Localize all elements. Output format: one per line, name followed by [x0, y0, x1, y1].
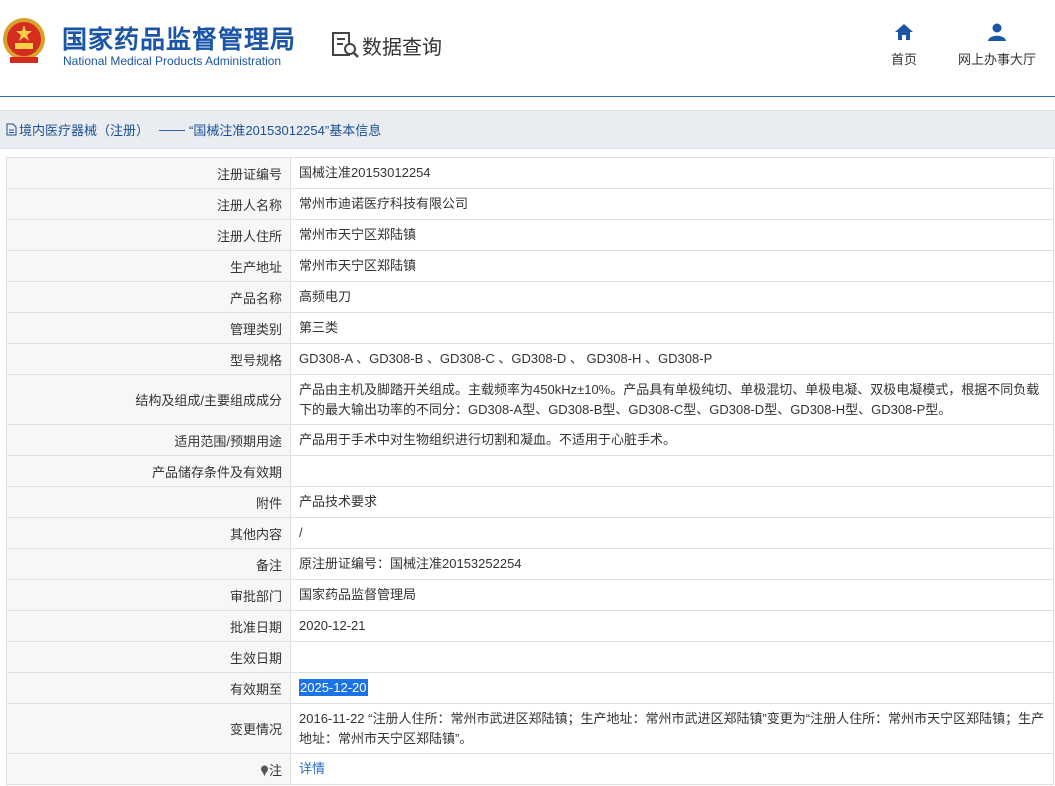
field-label: 管理类别 [6, 312, 291, 344]
field-label: 注册人住所 [6, 219, 291, 251]
data-query-icon [332, 32, 359, 58]
field-value: 常州市迪诺医疗科技有限公司 [290, 188, 1054, 220]
field-label: 生效日期 [6, 641, 291, 673]
table-row: 产品名称 高频电刀 [6, 281, 1054, 313]
site-header: 国家药品监督管理局 National Medical Products Admi… [0, 0, 1055, 97]
field-label: 附件 [6, 486, 291, 518]
field-label: 适用范围/预期用途 [6, 424, 291, 456]
data-query-label: 数据查询 [362, 37, 442, 59]
national-emblem-icon [3, 18, 45, 63]
field-value: 原注册证编号：国械注准20153252254 [290, 548, 1054, 580]
field-value: 国家药品监督管理局 [290, 579, 1054, 611]
field-value: 常州市天宁区郑陆镇 [290, 250, 1054, 282]
field-value-cell: 详情 [290, 753, 1054, 785]
field-value: / [290, 517, 1054, 549]
field-label: 审批部门 [6, 579, 291, 611]
field-label: 注册人名称 [6, 188, 291, 220]
table-row: 附件 产品技术要求 [6, 486, 1054, 518]
field-value: 产品技术要求 [290, 486, 1054, 518]
field-label: 产品储存条件及有效期 [6, 455, 291, 487]
table-row: 管理类别 第三类 [6, 312, 1054, 344]
table-row: 注 详情 [6, 753, 1054, 785]
registration-info-table: 注册证编号 国械注准20153012254 注册人名称 常州市迪诺医疗科技有限公司 … [6, 157, 1054, 785]
table-row: 审批部门 国家药品监督管理局 [6, 579, 1054, 611]
field-label: 结构及组成/主要组成成分 [6, 374, 291, 425]
field-label: 有效期至 [6, 672, 291, 704]
field-label: 注册证编号 [6, 157, 291, 189]
field-value: 2016-11-22 “注册人住所：常州市武进区郑陆镇；生产地址：常州市武进区郑… [290, 703, 1054, 754]
field-value: 产品由主机及脚踏开关组成。主载频率为450kHz±10%。产品具有单极纯切、单极… [290, 374, 1054, 425]
record-category: 境内医疗器械（注册） [19, 123, 150, 138]
field-label: 型号规格 [6, 343, 291, 375]
field-label: 批准日期 [6, 610, 291, 642]
table-row: 备注 原注册证编号：国械注准20153252254 [6, 548, 1054, 580]
table-row: 生效日期 [6, 641, 1054, 673]
table-row: 注册证编号 国械注准20153012254 [6, 157, 1054, 189]
table-row: 注册人住所 常州市天宁区郑陆镇 [6, 219, 1054, 251]
field-value: GD308-A 、GD308-B 、GD308-C 、GD308-D 、 GD3… [290, 343, 1054, 375]
field-value: 产品用于手术中对生物组织进行切割和凝血。不适用于心脏手术。 [290, 424, 1054, 456]
document-icon [6, 123, 17, 136]
field-label-cell: 注 [6, 753, 291, 785]
table-row: 适用范围/预期用途 产品用于手术中对生物组织进行切割和凝血。不适用于心脏手术。 [6, 424, 1054, 456]
table-row: 生产地址 常州市天宁区郑陆镇 [6, 250, 1054, 282]
home-icon [895, 24, 913, 40]
user-icon [988, 23, 1006, 41]
agency-name-cn: 国家药品监督管理局 [62, 26, 297, 54]
table-row: 变更情况 2016-11-22 “注册人住所：常州市武进区郑陆镇；生产地址：常州市… [6, 703, 1054, 754]
field-value: 常州市天宁区郑陆镇 [290, 219, 1054, 251]
field-label: 产品名称 [6, 281, 291, 313]
field-label: 备注 [6, 548, 291, 580]
pin-icon [260, 765, 268, 776]
record-title-bar: 境内医疗器械（注册） —— “国械注准20153012254”基本信息 [0, 110, 1055, 149]
nav-hall-label: 网上办事大厅 [958, 52, 1037, 67]
table-row: 批准日期 2020-12-21 [6, 610, 1054, 642]
table-row: 注册人名称 常州市迪诺医疗科技有限公司 [6, 188, 1054, 220]
selected-expiry-date[interactable]: 2025-12-20 [299, 679, 368, 696]
nav-home[interactable]: 首页 [891, 22, 917, 68]
record-title: “国械注准20153012254”基本信息 [189, 123, 382, 138]
nav-home-label: 首页 [891, 52, 918, 67]
field-value: 高频电刀 [290, 281, 1054, 313]
field-label: 变更情况 [6, 703, 291, 754]
field-value: 2020-12-21 [290, 610, 1054, 642]
agency-name-en: National Medical Products Administration [63, 54, 282, 68]
field-value-cell: 2025-12-20 [290, 672, 1054, 704]
nav-online-service-hall[interactable]: 网上办事大厅 [958, 22, 1036, 68]
field-label: 其他内容 [6, 517, 291, 549]
details-link[interactable]: 详情 [299, 761, 325, 776]
field-label: 注 [268, 762, 282, 778]
title-separator: —— [159, 122, 186, 137]
field-value: 第三类 [290, 312, 1054, 344]
field-value [290, 641, 1054, 673]
table-row: 产品储存条件及有效期 [6, 455, 1054, 487]
table-row: 有效期至 2025-12-20 [6, 672, 1054, 704]
table-row: 其他内容 / [6, 517, 1054, 549]
field-value [290, 455, 1054, 487]
table-row: 结构及组成/主要组成成分 产品由主机及脚踏开关组成。主载频率为450kHz±10%… [6, 374, 1054, 425]
field-label: 生产地址 [6, 250, 291, 282]
field-value: 国械注准20153012254 [290, 157, 1054, 189]
table-row: 型号规格 GD308-A 、GD308-B 、GD308-C 、GD308-D 、… [6, 343, 1054, 375]
